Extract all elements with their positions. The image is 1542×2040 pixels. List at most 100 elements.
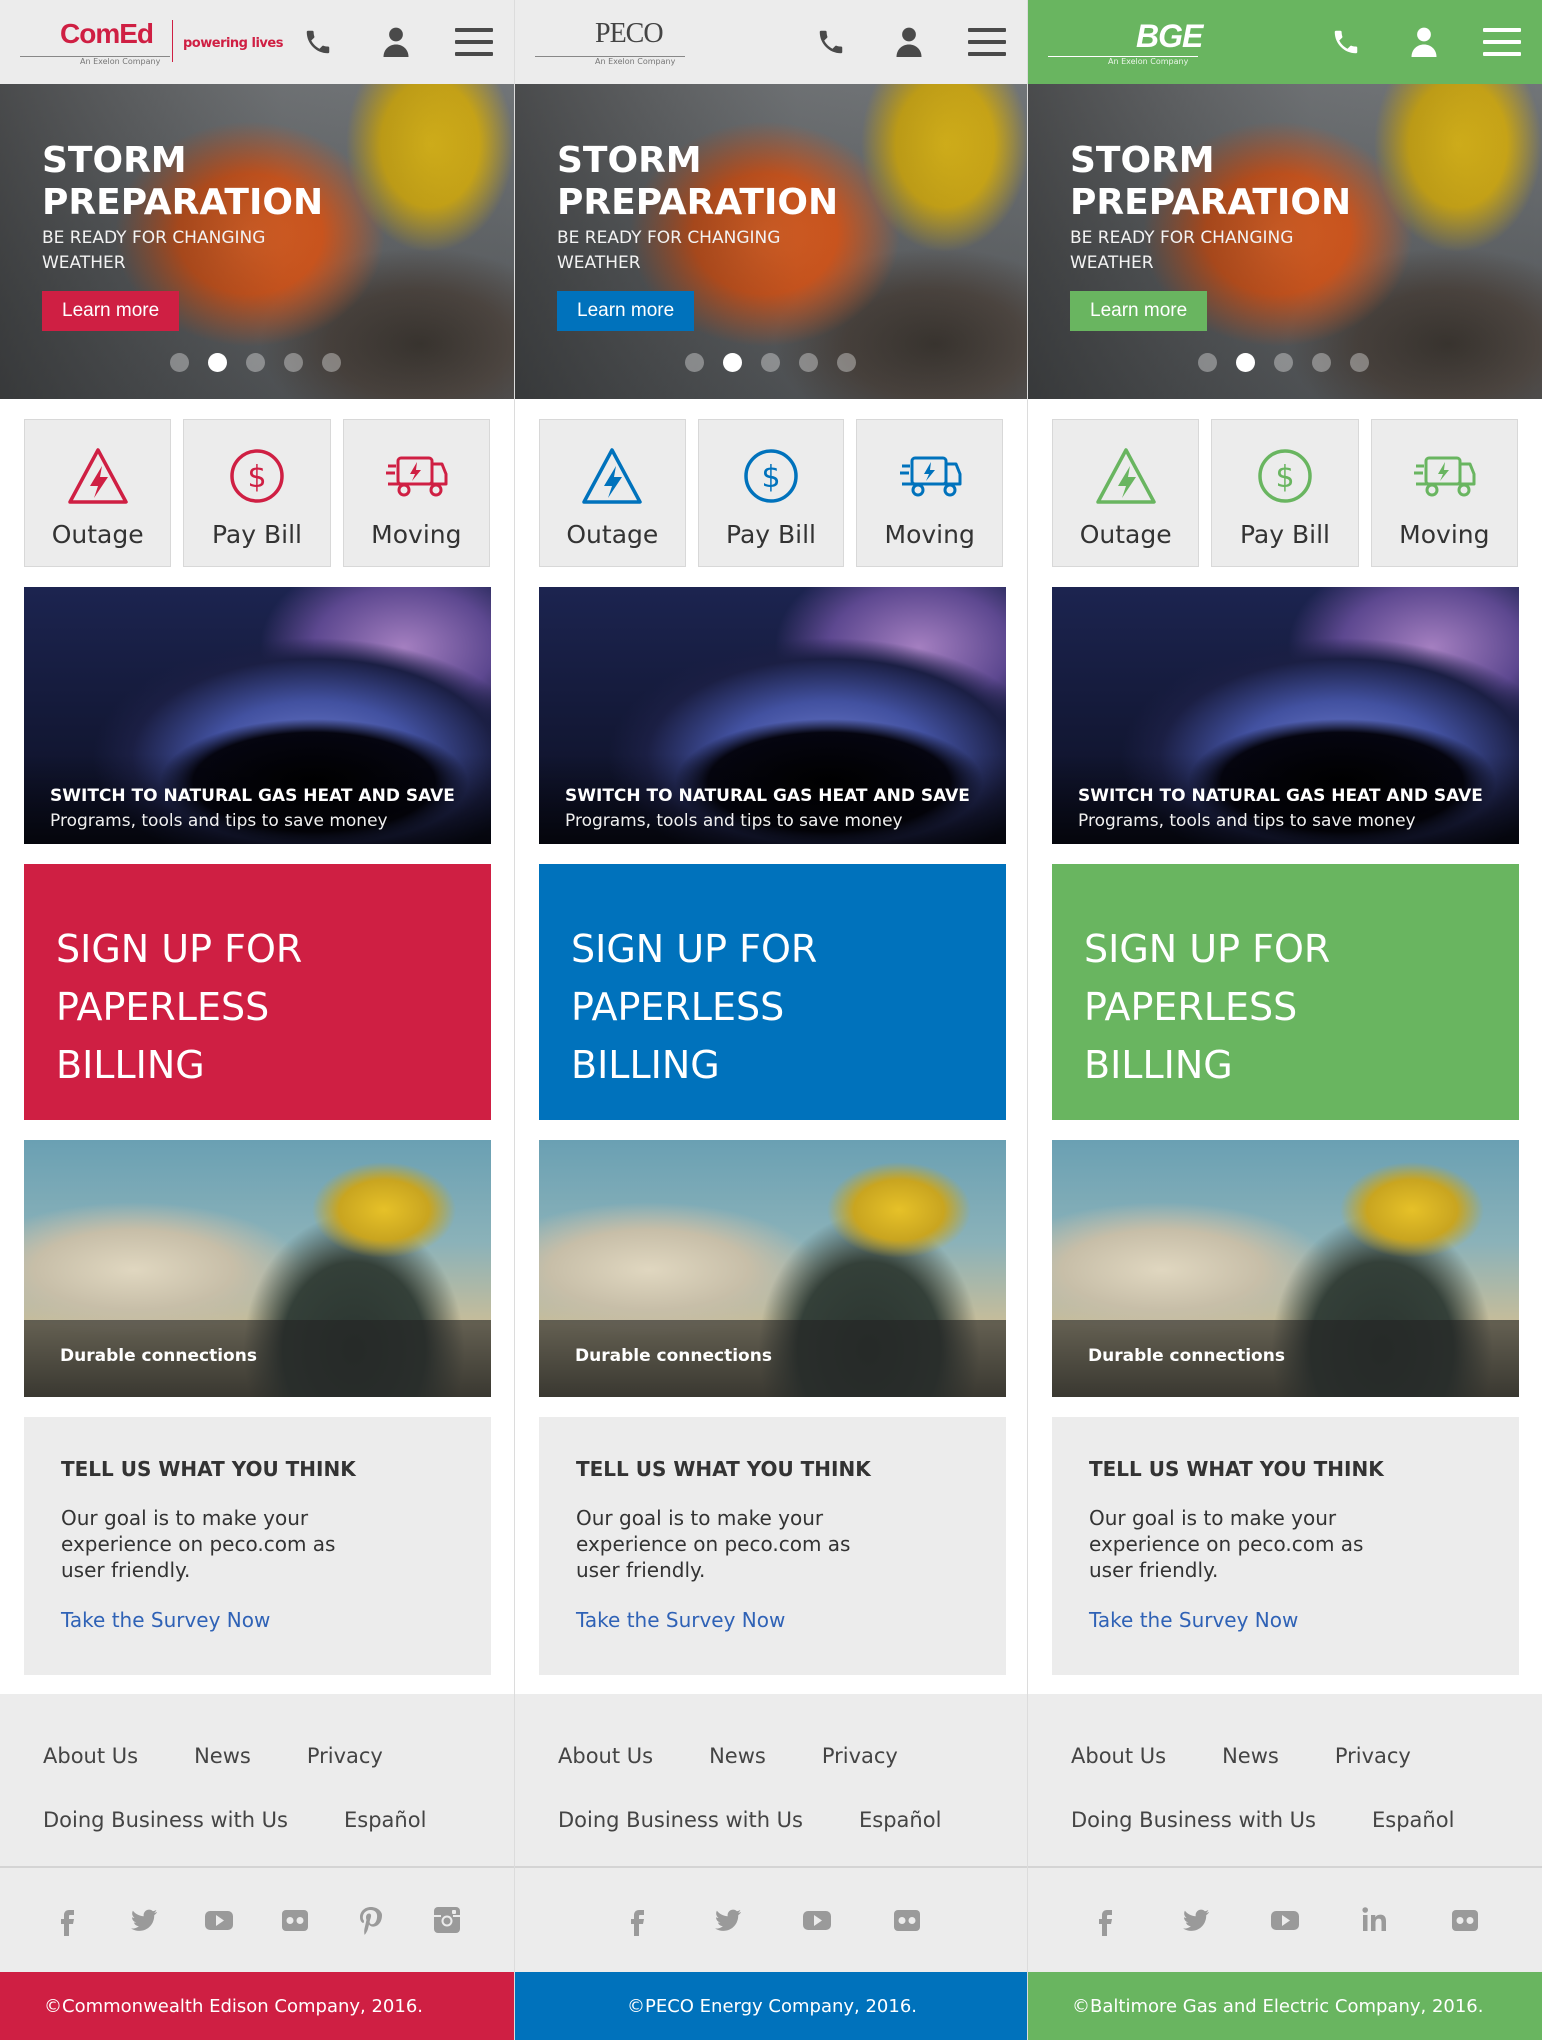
paperless-billing-card[interactable]: SIGN UP FOR PAPERLESS BILLING: [539, 864, 1006, 1120]
footer-link-news[interactable]: News: [194, 1744, 251, 1768]
brand-comparison: ComEd An Exelon Company powering lives S…: [0, 0, 1542, 2040]
tile-label: Moving: [1399, 520, 1490, 549]
learn-more-button[interactable]: Learn more: [1070, 291, 1208, 331]
tile-pay-bill[interactable]: $ Pay Bill: [183, 419, 331, 567]
account-icon[interactable]: [374, 20, 418, 64]
carousel-dot[interactable]: [837, 353, 856, 372]
tile-outage[interactable]: Outage: [24, 419, 172, 567]
pinterest-icon[interactable]: [350, 1899, 392, 1941]
account-icon[interactable]: [1402, 20, 1446, 64]
take-survey-link[interactable]: Take the Survey Now: [61, 1608, 270, 1632]
tile-moving[interactable]: Moving: [342, 419, 490, 567]
logo-wordmark: ComEd: [60, 18, 154, 49]
carousel-dot[interactable]: [284, 353, 303, 372]
carousel-dot[interactable]: [1198, 353, 1217, 372]
footer-link-espa-ol[interactable]: Español: [344, 1808, 426, 1832]
account-icon[interactable]: [887, 20, 931, 64]
footer-link-about-us[interactable]: About Us: [1071, 1744, 1166, 1768]
flickr-icon[interactable]: [886, 1899, 928, 1941]
footer-links: About Us News Privacy Doing Business with U…: [0, 1694, 514, 1868]
copyright-text: ©Baltimore Gas and Electric Company, 201…: [1072, 1995, 1484, 2017]
footer-link-about-us[interactable]: About Us: [43, 1744, 138, 1768]
tile-outage[interactable]: Outage: [1052, 419, 1200, 567]
gas-promo-card[interactable]: SWITCH TO NATURAL GAS HEAT AND SAVE Prog…: [24, 587, 491, 844]
tile-moving[interactable]: Moving: [1370, 419, 1518, 567]
tile-label: Outage: [566, 520, 659, 549]
carousel-dot[interactable]: [1312, 353, 1331, 372]
moving-truck-icon: [384, 446, 448, 512]
phone-icon[interactable]: [296, 20, 340, 64]
flickr-icon[interactable]: [274, 1899, 316, 1941]
footer-link-row: Doing Business with Us Español: [558, 1788, 1027, 1852]
carousel-dot[interactable]: [246, 353, 265, 372]
carousel-dot[interactable]: [685, 353, 704, 372]
flickr-icon[interactable]: [1444, 1899, 1486, 1941]
footer-link-doing-business-with-us[interactable]: Doing Business with Us: [558, 1808, 803, 1832]
learn-more-button[interactable]: Learn more: [557, 291, 695, 331]
carousel-dot[interactable]: [1274, 353, 1293, 372]
carousel-dot[interactable]: [761, 353, 780, 372]
brand-logo[interactable]: ComEd An Exelon Company powering lives: [20, 12, 283, 72]
footer-link-privacy[interactable]: Privacy: [307, 1744, 383, 1768]
paperless-billing-card[interactable]: SIGN UP FOR PAPERLESS BILLING: [1052, 864, 1519, 1120]
hero-subtitle: BE READY FOR CHANGING WEATHER: [42, 228, 266, 273]
tile-pay-bill[interactable]: $ Pay Bill: [1211, 419, 1359, 567]
brand-logo[interactable]: BGE An Exelon Company: [1048, 12, 1278, 72]
twitter-icon[interactable]: [122, 1899, 164, 1941]
carousel-dot[interactable]: [322, 353, 341, 372]
durable-connections-card[interactable]: Durable connections: [1052, 1140, 1519, 1397]
carousel-dot[interactable]: [1350, 353, 1369, 372]
menu-icon[interactable]: [452, 20, 496, 64]
tile-pay-bill[interactable]: $ Pay Bill: [697, 419, 845, 567]
carousel-dot[interactable]: [1236, 353, 1255, 372]
footer-link-about-us[interactable]: About Us: [558, 1744, 653, 1768]
brand-logo[interactable]: PECO An Exelon Company: [535, 12, 765, 72]
svg-text:$: $: [247, 460, 266, 495]
site-header: BGE An Exelon Company: [1028, 0, 1542, 84]
footer-link-doing-business-with-us[interactable]: Doing Business with Us: [43, 1808, 288, 1832]
footer-link-espa-ol[interactable]: Español: [859, 1808, 941, 1832]
gas-card-title: SWITCH TO NATURAL GAS HEAT AND SAVE: [50, 786, 455, 806]
carousel-dot[interactable]: [799, 353, 818, 372]
gas-promo-card[interactable]: SWITCH TO NATURAL GAS HEAT AND SAVE Prog…: [1052, 587, 1519, 844]
carousel-dot[interactable]: [170, 353, 189, 372]
durable-connections-card[interactable]: Durable connections: [24, 1140, 491, 1397]
youtube-icon[interactable]: [198, 1899, 240, 1941]
footer-link-doing-business-with-us[interactable]: Doing Business with Us: [1071, 1808, 1316, 1832]
facebook-icon[interactable]: [1084, 1899, 1126, 1941]
moving-truck-icon: [1412, 446, 1476, 512]
phone-icon[interactable]: [809, 20, 853, 64]
hero-subtitle: BE READY FOR CHANGING WEATHER: [557, 228, 781, 273]
tile-moving[interactable]: Moving: [856, 419, 1004, 567]
facebook-icon[interactable]: [616, 1899, 658, 1941]
footer-link-privacy[interactable]: Privacy: [822, 1744, 898, 1768]
survey-body: Our goal is to make your experience on p…: [61, 1506, 336, 1582]
tile-label: Outage: [51, 520, 144, 549]
menu-icon[interactable]: [1480, 20, 1524, 64]
twitter-icon[interactable]: [1174, 1899, 1216, 1941]
youtube-icon[interactable]: [1264, 1899, 1306, 1941]
footer-link-news[interactable]: News: [1222, 1744, 1279, 1768]
footer-link-row: About Us News Privacy: [1071, 1724, 1542, 1788]
paperless-billing-card[interactable]: SIGN UP FOR PAPERLESS BILLING: [24, 864, 491, 1120]
facebook-icon[interactable]: [46, 1899, 88, 1941]
durable-connections-card[interactable]: Durable connections: [539, 1140, 1006, 1397]
carousel-dot[interactable]: [723, 353, 742, 372]
gas-promo-card[interactable]: SWITCH TO NATURAL GAS HEAT AND SAVE Prog…: [539, 587, 1006, 844]
footer-link-news[interactable]: News: [709, 1744, 766, 1768]
instagram-icon[interactable]: [426, 1899, 468, 1941]
take-survey-link[interactable]: Take the Survey Now: [1089, 1608, 1298, 1632]
take-survey-link[interactable]: Take the Survey Now: [576, 1608, 785, 1632]
linkedin-icon[interactable]: [1354, 1899, 1396, 1941]
hero-banner: STORM PREPARATION BE READY FOR CHANGING …: [1028, 84, 1542, 399]
youtube-icon[interactable]: [796, 1899, 838, 1941]
footer-link-privacy[interactable]: Privacy: [1335, 1744, 1411, 1768]
tile-outage[interactable]: Outage: [539, 419, 686, 567]
menu-icon[interactable]: [965, 20, 1009, 64]
learn-more-button[interactable]: Learn more: [42, 291, 180, 331]
footer-link-espa-ol[interactable]: Español: [1372, 1808, 1454, 1832]
survey-title: TELL US WHAT YOU THINK: [576, 1457, 871, 1481]
phone-icon[interactable]: [1324, 20, 1368, 64]
carousel-dot[interactable]: [208, 353, 227, 372]
twitter-icon[interactable]: [706, 1899, 748, 1941]
